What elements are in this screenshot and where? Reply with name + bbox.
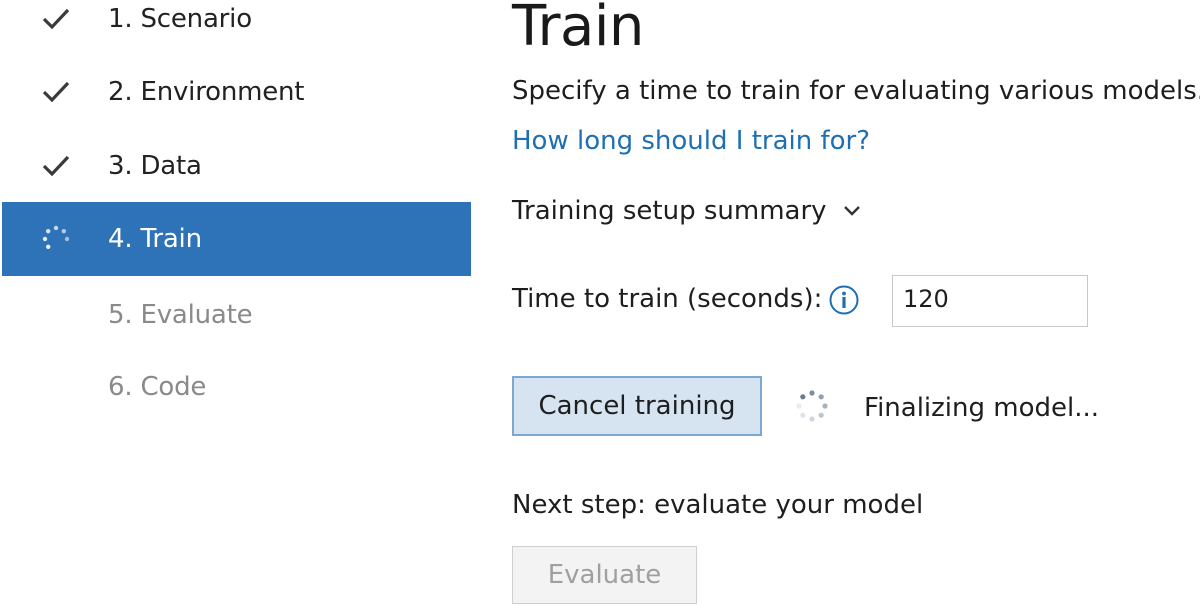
step-environment[interactable]: 2. Environment (2, 55, 471, 129)
step-label: 6. Code (108, 372, 207, 402)
summary-label: Training setup summary (512, 196, 827, 226)
training-status-text: Finalizing model... (864, 393, 1100, 423)
step-code[interactable]: 6. Code (2, 350, 471, 424)
step-data[interactable]: 3. Data (2, 129, 471, 203)
wizard-steps-sidebar: 1. Scenario 2. Environment 3. Data 4. Tr… (0, 0, 472, 605)
spinner-icon (794, 388, 830, 424)
step-train[interactable]: 4. Train (2, 202, 471, 276)
checkmark-icon (38, 74, 74, 110)
info-icon[interactable] (828, 284, 860, 316)
page-title: Train (512, 0, 644, 59)
chevron-down-icon (841, 200, 863, 222)
next-step-label: Next step: evaluate your model (512, 490, 924, 520)
checkmark-icon (38, 148, 74, 184)
step-label: 1. Scenario (108, 4, 252, 34)
checkmark-icon (38, 1, 74, 37)
cancel-training-button[interactable]: Cancel training (512, 376, 762, 436)
page-description: Specify a time to train for evaluating v… (512, 76, 1200, 106)
step-label: 5. Evaluate (108, 300, 253, 330)
step-evaluate[interactable]: 5. Evaluate (2, 278, 471, 352)
help-link[interactable]: How long should I train for? (512, 126, 870, 156)
time-to-train-input[interactable] (892, 275, 1088, 327)
step-scenario[interactable]: 1. Scenario (2, 0, 471, 56)
step-label: 3. Data (108, 151, 202, 181)
training-setup-summary-toggle[interactable]: Training setup summary (512, 196, 863, 226)
step-label: 4. Train (108, 224, 202, 254)
time-to-train-label: Time to train (seconds): (512, 284, 823, 314)
evaluate-button[interactable]: Evaluate (512, 546, 697, 604)
step-label: 2. Environment (108, 77, 305, 107)
spinner-icon (38, 221, 74, 257)
